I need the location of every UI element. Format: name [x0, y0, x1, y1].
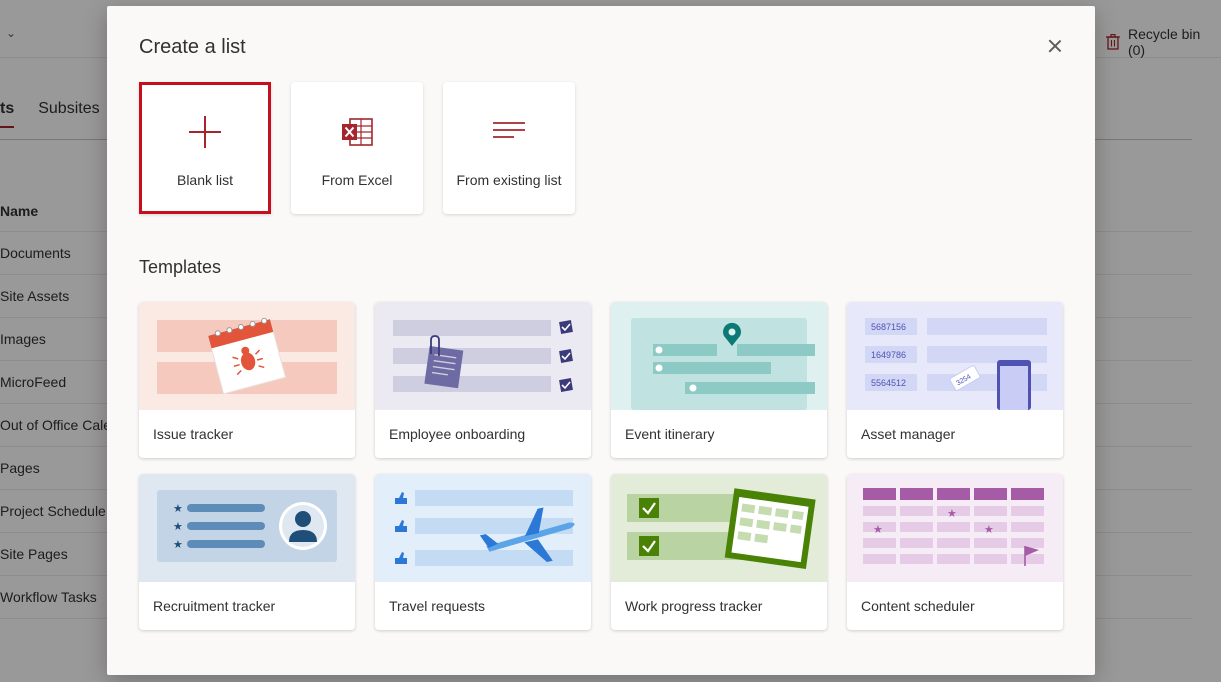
work-progress-tracker-illustration: [611, 474, 827, 582]
dialog-title: Create a list: [139, 36, 246, 58]
template-content-scheduler[interactable]: ★ ★ ★ Content scheduler: [847, 474, 1063, 630]
from-existing-list-label: From existing list: [456, 172, 562, 188]
travel-requests-illustration: [375, 474, 591, 582]
asset-manager-illustration: 5687156 1649786 5564512 3254: [847, 302, 1063, 410]
template-issue-tracker[interactable]: Issue tracker: [139, 302, 355, 458]
template-label: Recruitment tracker: [153, 598, 276, 614]
excel-icon: [342, 118, 373, 146]
asset-number: 5564512: [871, 378, 906, 388]
issue-tracker-illustration: [139, 302, 355, 410]
template-label: Work progress tracker: [625, 598, 763, 614]
event-itinerary-illustration: [611, 302, 827, 410]
template-asset-manager[interactable]: 5687156 1649786 5564512 3254 Asset manag…: [847, 302, 1063, 458]
svg-text:★: ★: [173, 502, 183, 515]
employee-onboarding-illustration: [375, 302, 591, 410]
templates-grid: Issue tracker Employee onboarding Event …: [139, 302, 1063, 630]
template-event-itinerary[interactable]: Event itinerary: [611, 302, 827, 458]
from-excel-button[interactable]: From Excel: [291, 82, 423, 214]
from-existing-list-button[interactable]: From existing list: [443, 82, 575, 214]
template-travel-requests[interactable]: Travel requests: [375, 474, 591, 630]
recruitment-tracker-illustration: ★ ★ ★: [139, 474, 355, 582]
asset-number: 1649786: [871, 350, 906, 360]
template-label: Event itinerary: [625, 426, 715, 442]
svg-text:★: ★: [173, 520, 183, 533]
asset-number: 5687156: [871, 322, 906, 332]
blank-list-button[interactable]: Blank list: [139, 82, 271, 214]
template-label: Asset manager: [861, 426, 956, 442]
template-recruitment-tracker[interactable]: ★ ★ ★ Recruitment tracker: [139, 474, 355, 630]
template-label: Content scheduler: [861, 598, 975, 614]
template-employee-onboarding[interactable]: Employee onboarding: [375, 302, 591, 458]
blank-list-label: Blank list: [176, 172, 234, 188]
svg-text:★: ★: [873, 523, 883, 536]
svg-text:★: ★: [947, 507, 957, 520]
create-list-dialog: Create a list Blank list From Excel From…: [107, 6, 1095, 675]
from-excel-label: From Excel: [321, 172, 393, 188]
svg-text:★: ★: [984, 523, 994, 536]
list-lines-icon: [493, 122, 525, 138]
plus-icon: [189, 116, 221, 148]
content-scheduler-illustration: ★ ★ ★: [847, 474, 1063, 582]
close-icon[interactable]: [1043, 34, 1067, 58]
create-options: Blank list From Excel From existing list: [139, 82, 575, 214]
svg-text:★: ★: [173, 538, 183, 551]
template-label: Employee onboarding: [389, 426, 526, 442]
template-label: Travel requests: [389, 598, 485, 614]
template-label: Issue tracker: [153, 426, 234, 442]
template-work-progress-tracker[interactable]: Work progress tracker: [611, 474, 827, 630]
templates-heading: Templates: [139, 257, 222, 277]
